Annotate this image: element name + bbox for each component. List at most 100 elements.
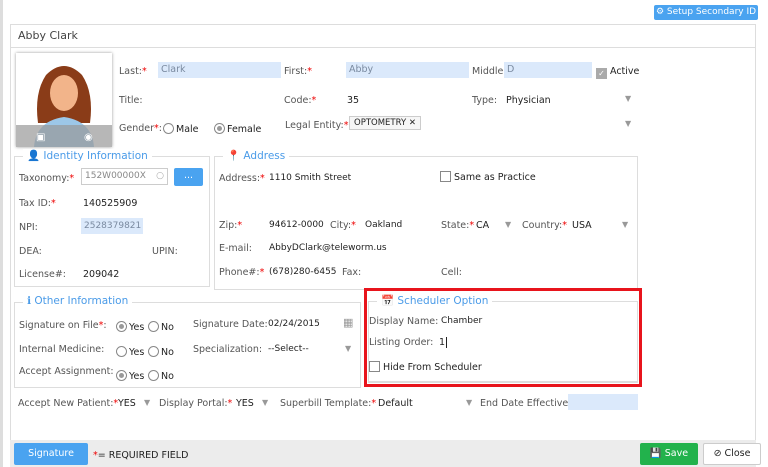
cell-label: Cell: (441, 267, 462, 278)
required-note: *= REQUIRED FIELD (93, 450, 189, 461)
legal-entity-label: Legal Entity:* (285, 120, 349, 131)
phone-value: (678)280-6455 (269, 267, 337, 277)
internal-med-no-radio[interactable]: No (148, 346, 174, 358)
map-pin-icon: 📍 (227, 150, 244, 162)
active-label: Active (610, 66, 640, 77)
close-button[interactable]: ⊘ Close (703, 443, 761, 465)
sig-on-file-yes-radio[interactable]: Yes (116, 321, 144, 333)
type-caret-icon[interactable]: ▼ (625, 94, 631, 103)
hide-from-scheduler-checkbox[interactable]: Hide From Scheduler (369, 361, 482, 373)
email-label: E-mail: (219, 243, 252, 254)
sig-on-file-no-radio[interactable]: No (148, 321, 174, 333)
setup-secondary-id-label: Setup Secondary ID (666, 7, 757, 17)
display-portal-select[interactable]: YES (236, 398, 254, 409)
floppy-disk-icon: 💾 (649, 448, 665, 459)
code-value: 35 (347, 95, 360, 106)
remove-icon: ✕ (408, 118, 416, 128)
city-label: City:* (330, 220, 356, 231)
end-date-label: End Date Effective: (480, 398, 572, 409)
middle-label: Middle: (472, 66, 507, 77)
image-icon: ▣ (36, 132, 45, 143)
specialization-select[interactable]: --Select-- (268, 344, 309, 354)
listing-order-input[interactable]: 1 (439, 337, 448, 348)
taxid-value: 140525909 (83, 198, 138, 209)
display-name-label: Display Name: (369, 316, 439, 327)
legal-entity-tag[interactable]: OPTOMETRY ✕ (349, 116, 421, 130)
middle-input[interactable]: D (504, 62, 592, 78)
end-date-input[interactable] (568, 394, 638, 410)
gender-label: Gender*: (119, 123, 162, 134)
active-checkbox[interactable]: ✓ Active (596, 66, 639, 79)
same-as-practice-checkbox[interactable]: Same as Practice (440, 171, 536, 183)
npi-input[interactable]: 2528379821 (81, 218, 143, 234)
type-label: Type: (472, 95, 498, 106)
license-value: 209042 (83, 269, 120, 280)
accept-new-caret-icon[interactable]: ▼ (144, 398, 150, 407)
last-label: Last:* (119, 66, 147, 77)
address-label: Address:* (219, 173, 265, 184)
identity-legend: Identity Information (43, 150, 148, 162)
accept-new-label: Accept New Patient:* (18, 398, 119, 409)
taxonomy-input[interactable]: 152W00000X ○ (81, 168, 168, 185)
gear-icon: ⚙ (655, 7, 667, 17)
internal-med-yes-radio[interactable]: Yes (116, 346, 144, 358)
city-value: Oakland (365, 220, 403, 230)
phone-label: Phone#:* (219, 267, 265, 278)
sig-date-label: Signature Date: (193, 319, 268, 330)
internal-med-label: Internal Medicine: (19, 344, 105, 355)
other-legend: Other Information (34, 295, 129, 307)
upin-label: UPIN: (152, 246, 178, 257)
gender-male-radio[interactable]: Male (163, 123, 199, 135)
left-edge (0, 0, 3, 467)
npi-label: NPI: (19, 222, 38, 233)
zip-label: Zip:* (219, 220, 243, 231)
code-label: Code:* (284, 95, 317, 106)
setup-secondary-id-button[interactable]: ⚙ Setup Secondary ID (654, 5, 758, 20)
accept-new-select[interactable]: YES (118, 398, 136, 409)
display-portal-label: Display Portal:* (159, 398, 233, 409)
sig-on-file-label: Signature on File*: (19, 320, 107, 331)
superbill-label: Superbill Template:* (280, 398, 377, 409)
signature-button[interactable]: Signature (14, 443, 88, 465)
gender-female-radio[interactable]: Female (214, 123, 261, 135)
taxonomy-label: Taxonomy:* (19, 173, 75, 184)
camera-icon: ◉ (84, 132, 93, 143)
first-input[interactable]: Abby (346, 62, 469, 78)
user-icon: 👤 (27, 150, 44, 162)
last-input[interactable]: Clark (158, 62, 281, 78)
legal-entity-caret-icon[interactable]: ▼ (625, 119, 631, 128)
superbill-caret-icon[interactable]: ▼ (466, 398, 472, 407)
taxonomy-browse-button[interactable]: ... (174, 168, 203, 186)
save-button[interactable]: 💾 Save (640, 443, 698, 465)
title-label: Title: (119, 95, 143, 106)
specialization-caret-icon[interactable]: ▼ (345, 344, 351, 353)
country-caret-icon[interactable]: ▼ (622, 220, 628, 229)
display-name-input[interactable]: Chamber (441, 316, 482, 326)
doctor-avatar-image: ▣ ◉ (16, 66, 112, 147)
first-label: First:* (284, 66, 312, 77)
superbill-select[interactable]: Default (378, 398, 413, 409)
cancel-icon: ⊘ (713, 448, 725, 459)
zip-value: 94612-0000 (269, 220, 324, 230)
calendar-icon: 📅 (381, 295, 398, 307)
address-legend: Address (243, 150, 286, 162)
scheduler-legend: Scheduler Option (397, 295, 489, 307)
fax-label: Fax: (342, 267, 362, 278)
country-label: Country:* (522, 220, 567, 231)
state-select[interactable]: CA (476, 220, 489, 231)
display-portal-caret-icon[interactable]: ▼ (262, 398, 268, 407)
country-select[interactable]: USA (572, 220, 592, 231)
taxid-label: Tax ID:* (19, 198, 56, 209)
clear-icon: ○ (156, 171, 164, 181)
state-caret-icon[interactable]: ▼ (505, 220, 511, 229)
specialization-label: Specialization: (193, 344, 263, 355)
accept-assign-yes-radio[interactable]: Yes (116, 370, 144, 382)
accept-assign-label: Accept Assignment: (19, 366, 114, 377)
type-select[interactable]: Physician (506, 95, 551, 106)
email-value: AbbyDClark@teleworm.us (269, 243, 387, 253)
accept-assign-no-radio[interactable]: No (148, 370, 174, 382)
state-label: State:* (441, 220, 475, 231)
calendar-grid-icon[interactable]: ▦ (343, 316, 353, 329)
sig-date-input[interactable]: 02/24/2015 (268, 319, 320, 329)
avatar[interactable]: ▣ ◉ (16, 53, 112, 147)
